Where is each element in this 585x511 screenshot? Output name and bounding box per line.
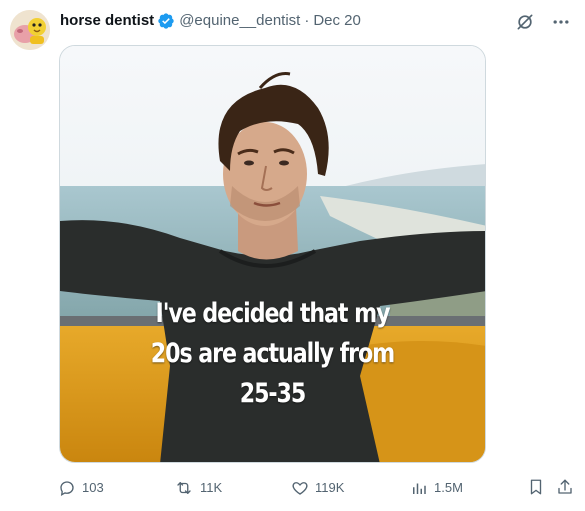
avatar[interactable] [10,10,50,50]
repost-count: 11K [200,480,223,495]
share-button[interactable] [556,478,574,496]
avatar-image [10,10,50,50]
grok-icon[interactable] [515,12,535,32]
action-bar: 103 11K 119K 1.5M [58,478,578,498]
caption-line-3: 25-35 [239,378,307,409]
heart-icon [291,479,309,497]
views-count: 1.5M [434,480,463,495]
views-icon [410,479,428,497]
top-actions [515,12,571,32]
bookmark-icon [527,478,545,496]
repost-button[interactable]: 11K [174,478,222,498]
user-handle[interactable]: @equine__dentist [179,11,300,31]
tweet: horse dentist @equine__dentist · Dec 20 [0,0,585,511]
like-count: 119K [315,480,345,495]
reply-count: 103 [82,480,104,495]
verified-badge-icon [157,12,175,30]
reply-icon [58,479,76,497]
like-button[interactable]: 119K [291,478,344,498]
more-options-icon[interactable] [551,12,571,32]
tweet-header: horse dentist @equine__dentist · Dec 20 [60,11,361,31]
caption-line-1: I've decided that my [155,298,391,329]
caption-line-2: 20s are actually from [150,338,395,369]
separator-dot: · [304,12,310,29]
repost-icon [174,479,194,497]
bookmark-button[interactable] [527,478,545,496]
share-icon [556,478,574,496]
media-caption: I've decided that my 20s are actually fr… [98,294,447,414]
display-name[interactable]: horse dentist [60,11,154,31]
post-date[interactable]: Dec 20 [313,11,361,31]
reply-button[interactable]: 103 [58,478,104,498]
views-button[interactable]: 1.5M [410,478,463,498]
post-media-image[interactable]: I've decided that my 20s are actually fr… [59,45,486,463]
